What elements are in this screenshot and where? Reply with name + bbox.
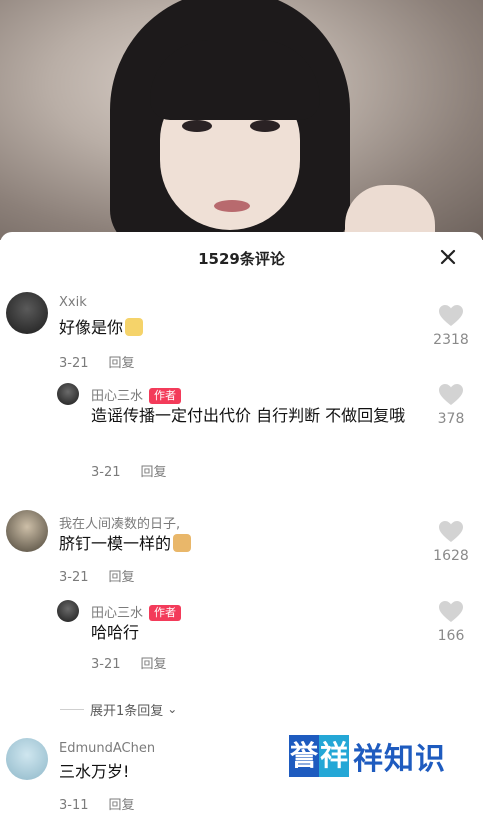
- comment-meta: 3-21 回复: [59, 566, 135, 585]
- chevron-down-icon: ⌄: [167, 702, 178, 716]
- avatar[interactable]: [6, 510, 48, 552]
- reply-date: 3-21: [91, 465, 121, 480]
- video-thumbnail[interactable]: [0, 0, 483, 240]
- reply-text: 哈哈行: [91, 623, 140, 642]
- watermark-text: 祥知识: [353, 742, 446, 777]
- expand-replies-button[interactable]: 展开1条回复 ⌄: [60, 698, 260, 720]
- comment-count-title: 1529条评论: [198, 250, 285, 268]
- like-count: 378: [437, 411, 465, 427]
- comment-text-body: 脐钉一模一样的: [59, 534, 172, 553]
- avatar[interactable]: [57, 600, 79, 622]
- author-badge: 作者: [149, 388, 182, 404]
- comment-text: 脐钉一模一样的: [59, 532, 192, 556]
- author-badge: 作者: [149, 605, 182, 621]
- comment-sheet-header: 1529条评论: [0, 232, 483, 284]
- heart-icon: [439, 384, 463, 405]
- reply-meta: 3-21 回复: [91, 653, 167, 672]
- comment-date: 3-21: [59, 356, 89, 371]
- reply-date: 3-21: [91, 657, 121, 672]
- like-button[interactable]: 1628: [421, 520, 481, 564]
- portrait-bangs: [150, 40, 320, 120]
- reply-button[interactable]: 回复: [109, 356, 135, 371]
- portrait-lips: [214, 200, 250, 212]
- watermark-logo: 誉 祥 祥知识: [289, 734, 446, 778]
- reply-text: 造谣传播一定付出代价 自行判断 不做回复哦: [91, 406, 406, 425]
- reply-username-line: 田心三水 作者: [91, 602, 182, 621]
- watermark-box: 祥: [319, 735, 349, 777]
- heart-icon: [439, 305, 463, 326]
- expand-replies-label: 展开1条回复: [90, 703, 164, 719]
- like-count: 1628: [433, 548, 469, 564]
- reply-button[interactable]: 回复: [109, 798, 135, 813]
- comment-sheet: 1529条评论 Xxik 好像是你 3-21 回复 2318 田心三水 作者 造谣传…: [0, 232, 483, 815]
- comment-username[interactable]: 我在人间凑数的日子,: [59, 513, 180, 532]
- reply-button[interactable]: 回复: [141, 465, 167, 480]
- emoji-icon: [125, 318, 144, 336]
- like-button[interactable]: 166: [421, 600, 481, 644]
- heart-icon: [439, 601, 463, 622]
- comment-meta: 3-21 回复: [59, 352, 135, 371]
- avatar[interactable]: [6, 292, 48, 334]
- comment-text: 好像是你: [59, 316, 144, 340]
- reply-username-line: 田心三水 作者: [91, 385, 182, 404]
- watermark-box: 誉: [289, 735, 319, 777]
- like-count: 2318: [433, 332, 469, 348]
- like-button[interactable]: 2318: [421, 304, 481, 348]
- reply-username[interactable]: 田心三水: [91, 389, 143, 404]
- reply-button[interactable]: 回复: [109, 570, 135, 585]
- portrait-eye-right: [250, 120, 280, 132]
- like-count: 166: [437, 628, 465, 644]
- avatar[interactable]: [6, 738, 48, 780]
- like-button[interactable]: 378: [421, 383, 481, 427]
- close-icon: [440, 249, 456, 265]
- reply-username[interactable]: 田心三水: [91, 606, 143, 621]
- comment-date: 3-21: [59, 570, 89, 585]
- comment-username[interactable]: Xxik: [59, 295, 87, 310]
- reply-button[interactable]: 回复: [141, 657, 167, 672]
- reply-meta: 3-21 回复: [91, 461, 167, 480]
- comment-text: 三水万岁!: [59, 762, 130, 781]
- comment-text-body: 好像是你: [59, 318, 124, 337]
- close-button[interactable]: [435, 244, 461, 270]
- avatar[interactable]: [57, 383, 79, 405]
- emoji-icon: [173, 534, 192, 552]
- comment-meta: 3-11 回复: [59, 794, 135, 813]
- comment-date: 3-11: [59, 798, 89, 813]
- heart-icon: [439, 521, 463, 542]
- divider-line: [60, 708, 84, 710]
- portrait-eye-left: [182, 120, 212, 132]
- comment-username[interactable]: EdmundAChen: [59, 741, 155, 756]
